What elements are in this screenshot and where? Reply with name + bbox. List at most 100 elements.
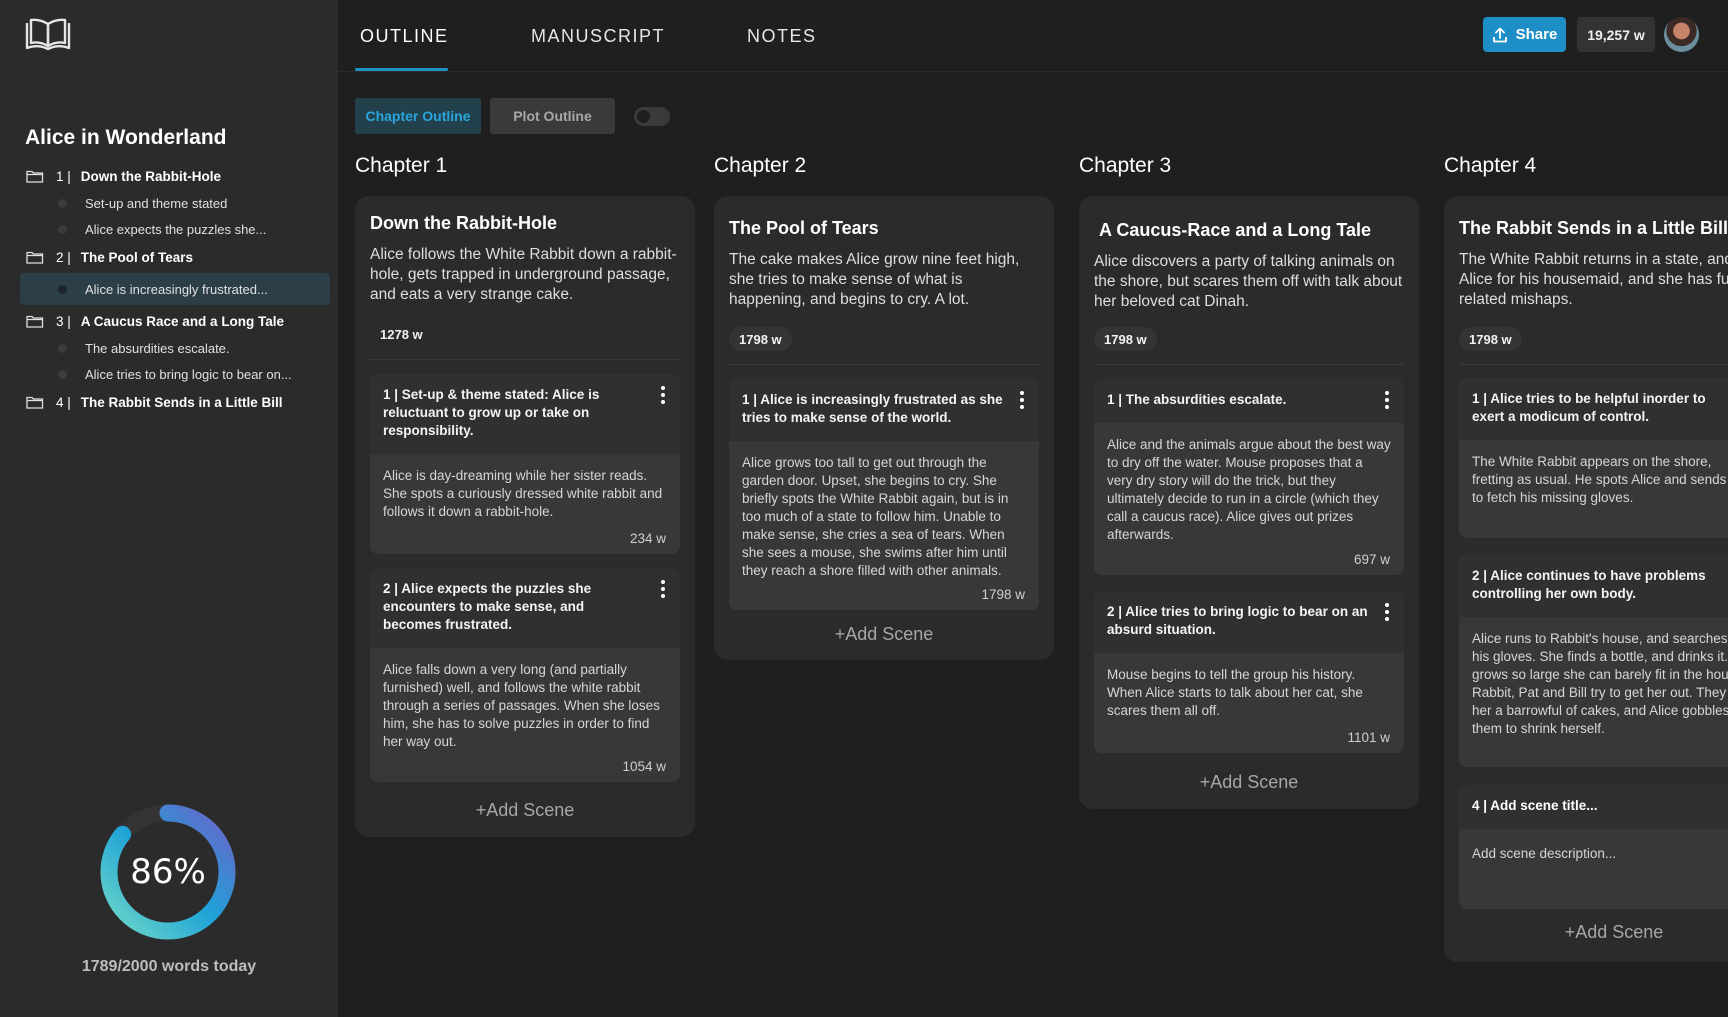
tree-chapter-title: A Caucus Race and a Long Tale (80, 313, 285, 329)
tree-chapter-number: 4 | (56, 394, 71, 410)
scene-title-placeholder[interactable]: 4 | Add scene title... (1459, 785, 1728, 829)
tree-scene-label: Alice tries to bring logic to bear on... (85, 366, 292, 382)
scene-title: 2 | Alice expects the puzzles she encoun… (370, 568, 680, 648)
scene-title-text: 1 | Set-up & theme stated: Alice is relu… (383, 387, 600, 438)
folder-icon (26, 251, 44, 264)
tree-chapter-title: The Rabbit Sends in a Little Bill (80, 394, 283, 410)
tree-chapter-2[interactable]: 2 | The Pool of Tears (20, 243, 330, 271)
scene-title-text: 2 | Alice tries to bring logic to bear o… (1107, 604, 1368, 637)
scene-title: 1 | Set-up & theme stated: Alice is relu… (370, 374, 680, 454)
chapter-outline-button[interactable]: Chapter Outline (355, 98, 481, 134)
scene-description-placeholder[interactable]: Add scene description... (1459, 829, 1728, 863)
divider (729, 364, 1039, 365)
scene-word-count: 1101 w (1347, 730, 1390, 745)
chapter-card-clip: The Rabbit Sends in a Little Bill The Wh… (1444, 196, 1728, 966)
tab-notes[interactable]: NOTES (747, 26, 817, 47)
tree-scene-active[interactable]: Alice is increasingly frustrated... (20, 273, 330, 305)
chapter-word-count: 1798 w (1459, 327, 1522, 351)
scene-description: Alice and the animals argue about the be… (1107, 437, 1391, 542)
chapter-summary[interactable]: The cake makes Alice grow nine feet high… (729, 250, 1042, 310)
scene-description: Alice grows too tall to get out through … (742, 455, 1009, 578)
share-button[interactable]: Share (1483, 17, 1566, 52)
folder-icon (26, 396, 44, 409)
avatar[interactable] (1664, 17, 1699, 52)
chapter-title[interactable]: Down the Rabbit-Hole (370, 213, 557, 234)
tree-scene-label: The absurdities escalate. (85, 340, 230, 356)
add-scene-button[interactable]: +Add Scene (1444, 922, 1728, 943)
scene-description: Alice is day-dreaming while her sister r… (383, 468, 663, 519)
add-scene-button[interactable]: +Add Scene (714, 624, 1054, 645)
tree-chapter-4[interactable]: 4 | The Rabbit Sends in a Little Bill (20, 388, 330, 416)
daily-words-label: 1789/2000 words today (81, 958, 257, 975)
tree-chapter-1[interactable]: 1 | Down the Rabbit-Hole (20, 162, 330, 190)
chapter-heading: Chapter 4 (1444, 154, 1537, 177)
tree-scene[interactable]: Alice expects the puzzles she... (20, 216, 330, 242)
scene-word-count: 697 w (1353, 552, 1390, 567)
scene-dot-icon (58, 198, 67, 208)
scene-description: The White Rabbit appears on the shore, f… (1472, 454, 1728, 505)
outline-tree: 1 | Down the Rabbit-Hole Set-up and them… (20, 161, 330, 416)
progress-percent: 86% (130, 852, 206, 892)
book-logo-icon[interactable] (24, 18, 72, 52)
tree-scene[interactable]: Alice tries to bring logic to bear on... (20, 361, 330, 387)
chapter-summary[interactable]: The White Rabbit returns in a state, and… (1459, 250, 1728, 310)
chapter-heading: Chapter 1 (355, 154, 448, 177)
more-options-icon[interactable] (1385, 391, 1390, 409)
chapter-title[interactable]: The Rabbit Sends in a Little Bill (1459, 218, 1728, 239)
daily-progress-ring: 86% (98, 802, 238, 942)
chapter-word-count: 1278 w (380, 326, 423, 342)
plot-outline-button[interactable]: Plot Outline (490, 98, 615, 134)
share-label: Share (1515, 26, 1558, 43)
scene-card[interactable]: 1 | Set-up & theme stated: Alice is relu… (370, 374, 680, 554)
chapter-heading: Chapter 2 (714, 154, 807, 177)
scene-card[interactable]: 2 | Alice continues to have problems con… (1459, 555, 1728, 767)
upload-icon (1492, 27, 1507, 42)
divider (1459, 364, 1728, 365)
tree-scene-label: Alice is increasingly frustrated... (85, 281, 268, 297)
scene-description: Alice runs to Rabbit's house, and search… (1472, 631, 1728, 736)
tab-manuscript[interactable]: MANUSCRIPT (531, 26, 665, 47)
chapter-summary[interactable]: Alice discovers a party of talking anima… (1094, 252, 1407, 312)
add-scene-button[interactable]: +Add Scene (355, 800, 695, 821)
scene-card[interactable]: 1 | Alice is increasingly frustrated as … (729, 379, 1039, 610)
scene-title-text: 4 | Add scene title... (1472, 798, 1598, 813)
add-scene-button[interactable]: +Add Scene (1079, 772, 1419, 793)
view-toggle[interactable] (634, 107, 670, 126)
more-options-icon[interactable] (661, 386, 666, 404)
scene-title: 2 | Alice continues to have problems con… (1459, 555, 1728, 617)
chapter-title[interactable]: The Pool of Tears (729, 218, 879, 239)
tree-scene[interactable]: Set-up and theme stated (20, 190, 330, 216)
scene-card[interactable]: 2 | Alice expects the puzzles she encoun… (370, 568, 680, 782)
new-scene-card[interactable]: 4 | Add scene title... Add scene descrip… (1459, 785, 1728, 909)
more-options-icon[interactable] (1020, 391, 1025, 409)
tree-chapter-3[interactable]: 3 | A Caucus Race and a Long Tale (20, 307, 330, 335)
chapter-summary[interactable]: Alice follows the White Rabbit down a ra… (370, 245, 683, 305)
scene-dot-icon (58, 224, 67, 234)
divider (1094, 364, 1404, 365)
scene-card[interactable]: 2 | Alice tries to bring logic to bear o… (1094, 591, 1404, 753)
scene-title-text: 1 | Alice tries to be helpful inorder to… (1472, 391, 1706, 424)
tree-scene-label: Alice expects the puzzles she... (85, 221, 267, 237)
active-tab-indicator (355, 68, 448, 71)
scene-title-text: 1 | The absurdities escalate. (1107, 392, 1287, 407)
chapter-word-count: 1798 w (729, 327, 792, 351)
more-options-icon[interactable] (1385, 603, 1390, 621)
tree-chapter-title: The Pool of Tears (80, 249, 194, 265)
scene-card[interactable]: 1 | Alice tries to be helpful inorder to… (1459, 378, 1728, 538)
chapter-word-count: 1798 w (1094, 327, 1157, 351)
book-title: Alice in Wonderland (25, 126, 227, 149)
tab-outline[interactable]: OUTLINE (360, 26, 449, 47)
scene-title-text: 1 | Alice is increasingly frustrated as … (742, 392, 1003, 425)
tree-chapter-number: 2 | (56, 249, 71, 265)
scene-title-text: 2 | Alice expects the puzzles she encoun… (383, 581, 592, 632)
scene-title: 2 | Alice tries to bring logic to bear o… (1094, 591, 1404, 653)
chapter-title[interactable]: A Caucus-Race and a Long Tale (1099, 220, 1371, 241)
tree-scene[interactable]: The absurdities escalate. (20, 335, 330, 361)
scene-card[interactable]: 1 | The absurdities escalate. Alice and … (1094, 379, 1404, 575)
scene-word-count: 1798 w (981, 587, 1025, 602)
scene-word-count: 1054 w (622, 759, 666, 774)
more-options-icon[interactable] (661, 580, 666, 598)
scene-word-count: 234 w (629, 531, 666, 546)
tree-chapter-number: 1 | (56, 168, 71, 184)
sidebar: Alice in Wonderland 1 | Down the Rabbit-… (0, 0, 338, 1017)
